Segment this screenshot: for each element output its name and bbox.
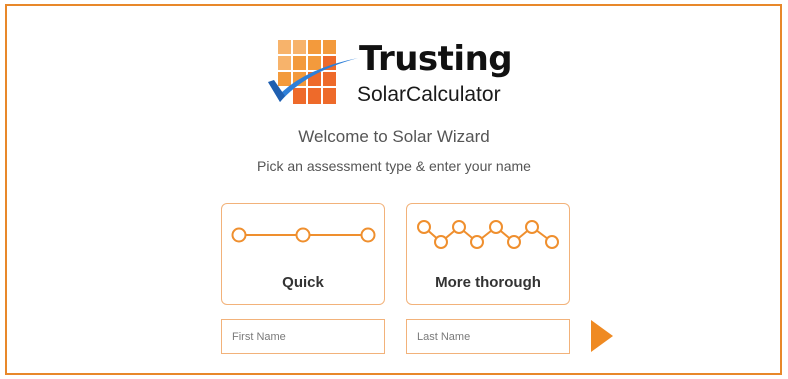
zigzag-nodes-icon: [417, 220, 559, 249]
thorough-label: More thorough: [435, 274, 541, 291]
brand-subtitle: SolarCalculator: [357, 83, 501, 106]
quick-label: Quick: [282, 274, 324, 291]
quick-assessment-card[interactable]: Quick: [221, 203, 385, 305]
three-node-line-icon: [231, 227, 376, 243]
brand-title: Trusting: [359, 39, 513, 79]
instruction-text: Pick an assessment type & enter your nam…: [257, 158, 531, 174]
welcome-heading: Welcome to Solar Wizard: [298, 127, 490, 146]
first-name-input[interactable]: [221, 319, 385, 354]
last-name-input[interactable]: [406, 319, 570, 354]
play-arrow-icon[interactable]: [590, 319, 614, 353]
thorough-assessment-card[interactable]: More thorough: [406, 203, 570, 305]
